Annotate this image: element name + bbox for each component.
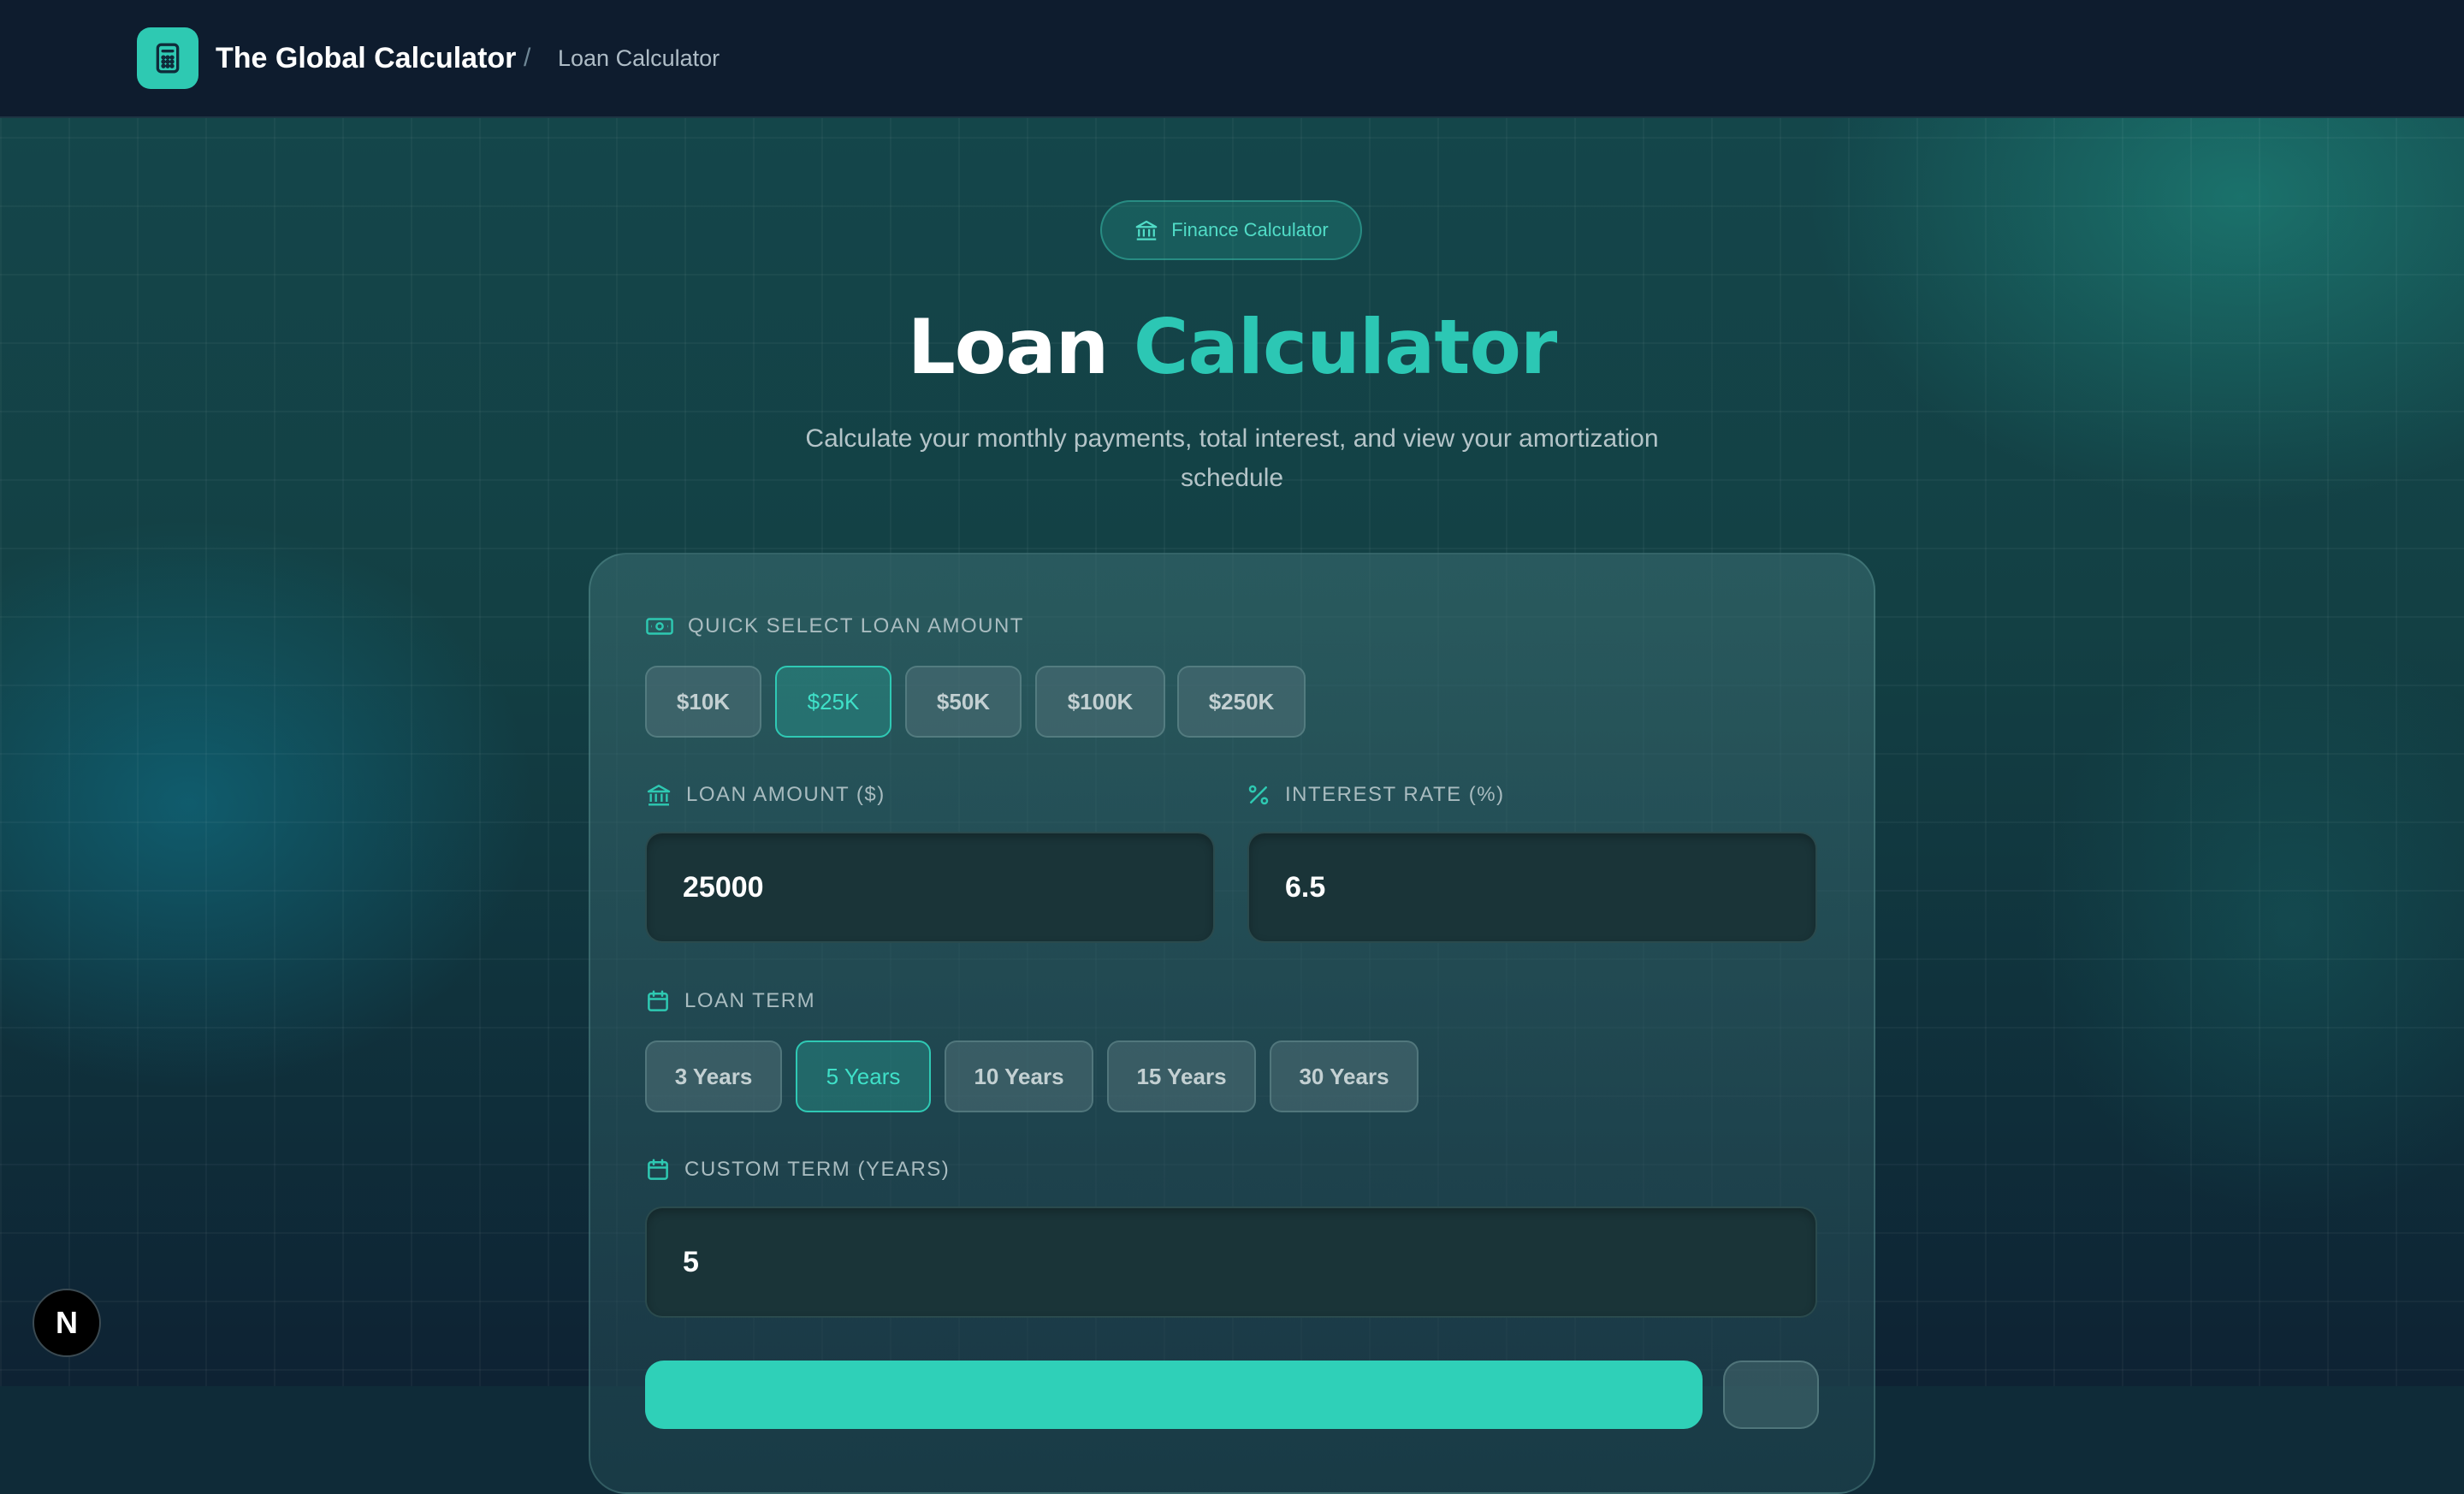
term-chip-30-years[interactable]: 30 Years [1270, 1040, 1419, 1112]
interest-rate-field[interactable] [1247, 832, 1817, 943]
quick-select-label: Quick Select Loan Amount [645, 609, 1024, 643]
dev-tools-badge[interactable]: N [33, 1289, 101, 1357]
loan-amount-label: Loan Amount ($) [645, 778, 886, 812]
amount-chip-250k[interactable]: $250K [1177, 666, 1306, 738]
bank-icon [645, 781, 672, 809]
interest-rate-label: Interest Rate (%) [1246, 778, 1505, 812]
interest-rate-input[interactable] [1249, 833, 1815, 941]
amount-chip-50k[interactable]: $50K [905, 666, 1022, 738]
calculate-button[interactable] [645, 1361, 1703, 1429]
loan-amount-input[interactable] [647, 833, 1213, 941]
calculator-form: Quick Select Loan Amount $10K $25K $50K … [0, 0, 2464, 1429]
loan-amount-field[interactable] [645, 832, 1215, 943]
percent-icon [1246, 782, 1271, 808]
loan-term-label: Loan Term [645, 984, 815, 1018]
term-chip-10-years[interactable]: 10 Years [945, 1040, 1093, 1112]
custom-term-field[interactable] [645, 1206, 1817, 1318]
calendar-icon [645, 988, 671, 1014]
reset-button[interactable] [1723, 1361, 1819, 1429]
term-chip-5-years[interactable]: 5 Years [796, 1040, 931, 1112]
amount-chip-10k[interactable]: $10K [645, 666, 761, 738]
next-logo-icon: N [56, 1305, 78, 1340]
amount-chip-100k[interactable]: $100K [1035, 666, 1165, 738]
term-chip-3-years[interactable]: 3 Years [645, 1040, 782, 1112]
calendar-icon [645, 1157, 671, 1183]
amount-chip-25k[interactable]: $25K [775, 666, 891, 738]
custom-term-input[interactable] [647, 1208, 1815, 1316]
custom-term-label: Custom Term (Years) [645, 1153, 950, 1187]
term-chip-15-years[interactable]: 15 Years [1107, 1040, 1256, 1112]
banknote-icon [645, 615, 674, 637]
